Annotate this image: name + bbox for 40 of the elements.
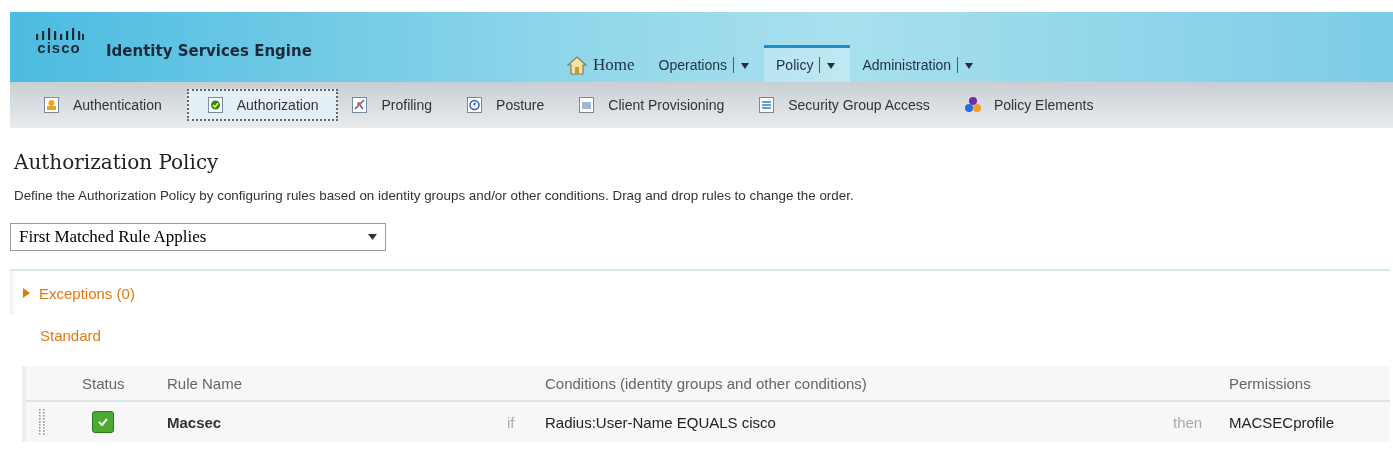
column-header: Conditions (identity groups and other conditions) [545,374,868,392]
sub-tab[interactable]: Authentication [34,89,183,121]
nav-menu-item[interactable]: Operations [646,45,765,82]
sub-tab[interactable]: Client Provisioning [569,89,746,121]
column-header: Status [82,374,126,392]
sub-tab[interactable]: Posture [457,89,566,121]
circles-icon [963,96,982,114]
sub-tab[interactable]: Profiling [342,89,454,121]
match-mode-dropdown[interactable]: First Matched Rule Applies [10,223,386,251]
nav-menu-item[interactable]: Administration [850,45,989,82]
sub-tab[interactable]: Authorization [186,89,339,121]
status-checkbox[interactable] [92,411,114,433]
house-icon [566,55,588,75]
condition-text: Radius:User-Name EQUALS cisco [545,413,777,431]
product-title: Identity Services Engine [106,42,312,60]
nav-menu-item[interactable]: Policy [764,45,851,82]
permission-text: MACSECprofile [1229,413,1336,431]
expand-arrow-icon[interactable] [22,288,31,298]
column-header: Rule Name [167,374,244,392]
logo-bars-icon [34,28,84,40]
page-title: Authorization Policy [14,150,220,174]
document-icon [351,96,370,114]
nav-menu-item[interactable]: Home [554,45,647,82]
document-icon [43,96,61,114]
column-header: Permissions [1229,374,1312,392]
document-icon [206,96,225,114]
rule-name: Macsec [167,413,223,431]
caret-icon [368,234,377,240]
document-icon [758,96,777,114]
sub-tab[interactable]: Security Group Access [749,89,951,121]
keyword-text: if [507,413,516,431]
sub-tab[interactable]: Policy Elements [954,89,1115,121]
document-icon [466,96,485,114]
check-icon [97,417,109,427]
page-description: Define the Authorization Policy by configuring rules based on identity groups and/or other conditions. Drag and drop rules to change the order. [14,188,855,203]
drag-handle-icon[interactable] [38,409,46,435]
document-icon [578,96,597,114]
keyword-text: then [1173,413,1204,431]
section-heading: Standard [40,327,102,344]
logo-text: cisco [37,40,81,55]
